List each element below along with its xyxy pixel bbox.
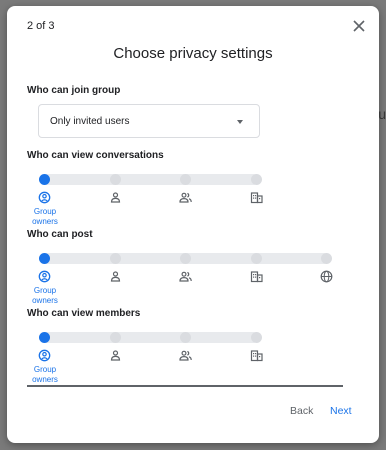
slider-stop-dot[interactable] <box>180 253 191 264</box>
join-label: Who can join group <box>27 85 121 96</box>
next-button[interactable]: Next <box>330 405 352 417</box>
back-button[interactable]: Back <box>290 405 313 417</box>
join-select-value: Only invited users <box>50 116 130 127</box>
join-select[interactable]: Only invited users <box>38 104 260 138</box>
divider <box>27 385 343 387</box>
organization-icon <box>250 350 263 362</box>
people-icon <box>179 192 192 203</box>
person-icon <box>110 350 120 361</box>
slider-stop-dot[interactable] <box>109 253 121 264</box>
slider-stop-dot[interactable] <box>109 174 121 185</box>
person-icon <box>110 192 120 203</box>
close-button[interactable] <box>349 16 369 36</box>
backdrop-text: u <box>378 106 386 122</box>
group-owners-icon <box>38 270 51 283</box>
organization-icon <box>250 271 263 283</box>
globe-icon <box>320 270 333 283</box>
slider-track[interactable] <box>43 174 259 185</box>
view-conversations-label: Who can view conversations <box>27 150 164 161</box>
step-indicator: 2 of 3 <box>27 20 55 32</box>
slider-stop-dot[interactable] <box>250 253 262 264</box>
view-members-slider[interactable]: Group owners <box>32 328 336 388</box>
view-conversations-slider[interactable]: Group owners <box>32 170 336 230</box>
slider-stop-dot[interactable] <box>250 332 262 343</box>
slider-stop-label: Group owners <box>32 207 58 226</box>
slider-stop-dot[interactable] <box>109 332 121 343</box>
slider-thumb[interactable] <box>39 174 50 185</box>
post-slider[interactable]: Group owners <box>32 249 336 309</box>
slider-thumb[interactable] <box>39 253 50 264</box>
close-icon <box>353 20 365 32</box>
dialog-title: Choose privacy settings <box>113 45 273 62</box>
view-members-label: Who can view members <box>27 308 141 319</box>
slider-stop-dot[interactable] <box>321 253 332 264</box>
people-icon <box>179 350 192 361</box>
slider-thumb[interactable] <box>39 332 50 343</box>
organization-icon <box>250 192 263 204</box>
people-icon <box>179 271 192 282</box>
privacy-dialog: 2 of 3 Choose privacy settings Who can j… <box>7 6 379 443</box>
slider-stop-dot[interactable] <box>180 174 191 185</box>
slider-stop-dot[interactable] <box>180 332 191 343</box>
slider-stop-label: Group owners <box>32 365 58 384</box>
slider-stop-dot[interactable] <box>250 174 262 185</box>
group-owners-icon <box>38 349 51 362</box>
dropdown-arrow-icon <box>237 120 243 124</box>
group-owners-icon <box>38 191 51 204</box>
person-icon <box>110 271 120 282</box>
slider-track[interactable] <box>43 332 259 343</box>
slider-stop-label: Group owners <box>32 286 58 305</box>
post-label: Who can post <box>27 229 93 240</box>
